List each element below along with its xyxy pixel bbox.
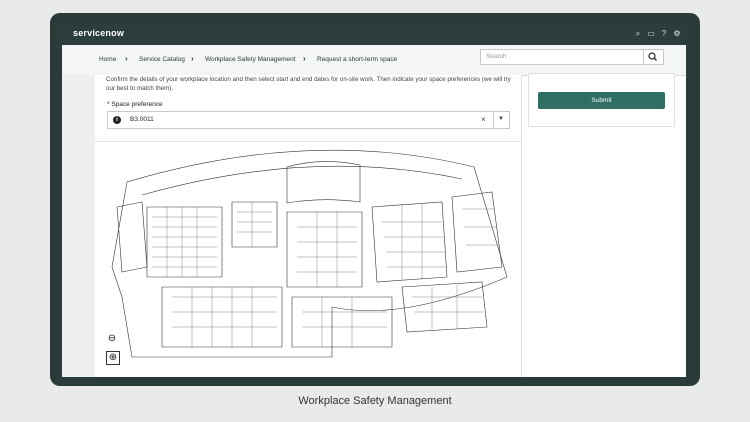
- app-window: servicenow ⌕ ▭ ? ⚙ Home › Service Catalo…: [62, 23, 686, 377]
- chevron-down-icon[interactable]: ▼: [498, 116, 504, 122]
- select-divider: [493, 112, 494, 128]
- help-icon[interactable]: ?: [658, 28, 670, 40]
- space-preference-value: B3.0011: [130, 116, 154, 123]
- zoom-out-icon[interactable]: ⊖: [106, 333, 118, 345]
- search-button[interactable]: [644, 49, 664, 65]
- search-icon[interactable]: ⌕: [632, 28, 644, 40]
- top-navigation-bar: servicenow ⌕ ▭ ? ⚙: [62, 23, 686, 45]
- chevron-right-icon: ›: [191, 54, 194, 63]
- breadcrumb-service-catalog[interactable]: Service Catalog: [139, 56, 185, 63]
- space-preference-select[interactable]: i B3.0011 × ▼: [107, 111, 510, 129]
- search-input[interactable]: Search: [480, 49, 644, 65]
- required-marker: *: [107, 101, 110, 108]
- instructions-text: Confirm the details of your workplace lo…: [106, 76, 511, 92]
- info-icon[interactable]: i: [113, 116, 121, 124]
- breadcrumb-current-page: Request a short-term space: [317, 56, 398, 63]
- search-icon: [648, 52, 657, 61]
- zoom-in-icon[interactable]: ⊕: [106, 351, 120, 365]
- breadcrumb-home[interactable]: Home: [99, 56, 116, 63]
- chevron-right-icon: ›: [125, 54, 128, 63]
- breadcrumb-workplace-safety[interactable]: Workplace Safety Management: [205, 56, 296, 63]
- chat-icon[interactable]: ▭: [645, 28, 657, 40]
- clear-icon[interactable]: ×: [481, 115, 486, 124]
- chevron-right-icon: ›: [303, 54, 306, 63]
- left-rail: [62, 75, 95, 377]
- floor-plan-map[interactable]: [102, 147, 522, 372]
- settings-icon[interactable]: ⚙: [671, 28, 683, 40]
- brand-logo[interactable]: servicenow: [73, 28, 124, 38]
- divider: [95, 141, 521, 142]
- submit-button[interactable]: Submit: [538, 92, 665, 109]
- caption: Workplace Safety Management: [298, 395, 452, 407]
- space-preference-label: * Space preference: [107, 101, 163, 108]
